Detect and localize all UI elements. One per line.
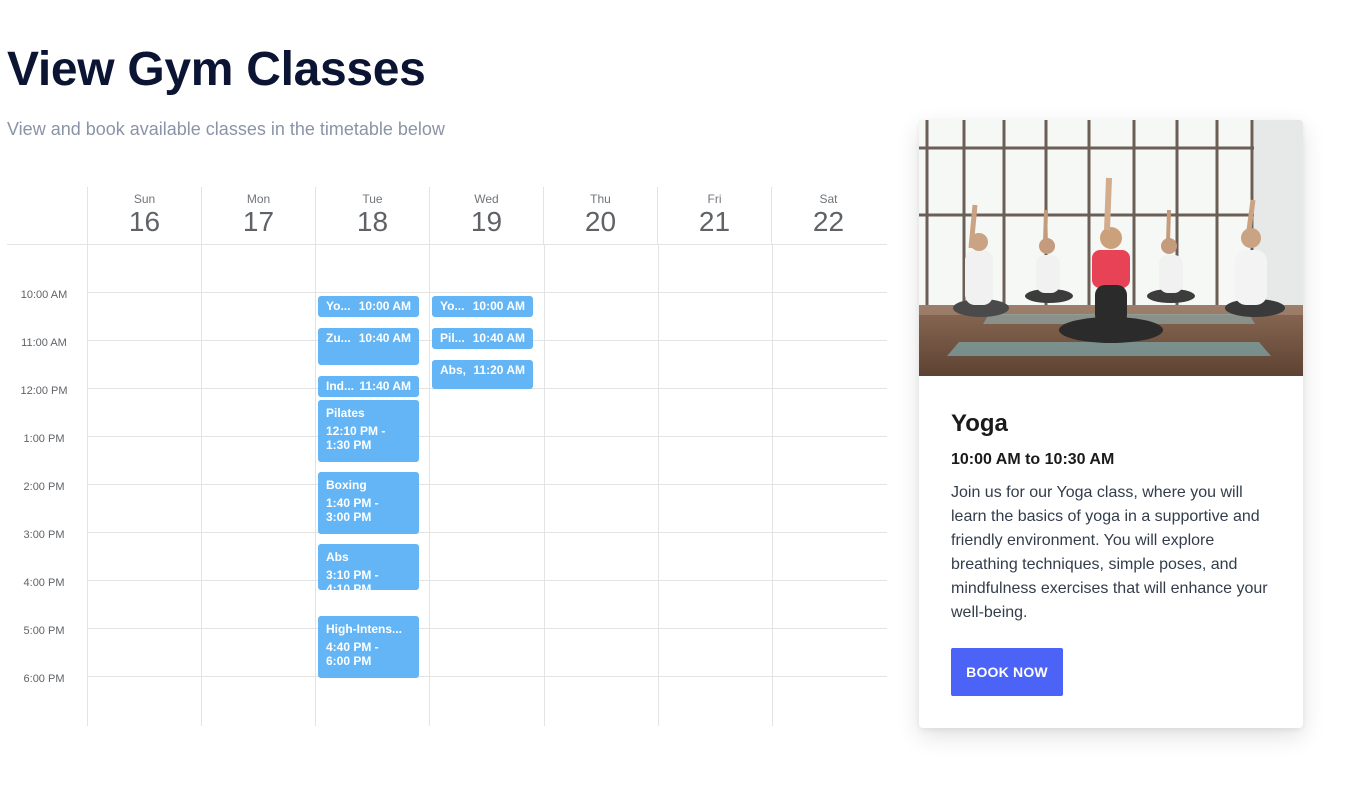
event-title: Boxing [326, 478, 367, 492]
day-number: 21 [698, 206, 731, 237]
grid-line [87, 436, 887, 437]
page-title: View Gym Classes [7, 43, 426, 96]
day-number: 18 [356, 206, 389, 237]
grid-line [87, 245, 88, 726]
event-time: 11:40 AM [359, 379, 411, 393]
time-label: 6:00 PM [23, 673, 65, 685]
event-title: Pilates [326, 406, 365, 420]
day-name: Wed [474, 192, 499, 206]
class-description: Join us for our Yoga class, where you wi… [951, 484, 1268, 621]
grid-line [315, 245, 316, 726]
day-header-sun[interactable]: Sun 16 [87, 187, 201, 245]
weekly-calendar: Sun 16 Mon 17 Tue 18 Wed 19 Thu 20 Fri 2… [7, 187, 887, 726]
class-time: 10:00 AM to 10:30 AM [951, 451, 1115, 468]
time-label: 1:00 PM [23, 433, 65, 445]
event-title: Zu... [326, 331, 351, 345]
yoga-class-photo [919, 120, 1303, 376]
event-title: High-Intens... [326, 622, 402, 636]
class-event-boxing[interactable]: Boxing 1:40 PM - 3:00 PM [318, 472, 419, 534]
day-number: 22 [812, 206, 845, 237]
day-name: Sun [133, 192, 156, 206]
event-time: 10:40 AM [472, 331, 525, 345]
class-title: Yoga [951, 410, 1008, 437]
event-time: 1:40 PM - 3:00 PM [326, 496, 379, 524]
event-time: 3:10 PM - 4:10 PM [326, 568, 379, 590]
class-event-pilates[interactable]: Pilates 12:10 PM - 1:30 PM [318, 400, 419, 462]
page-subtitle: View and book available classes in the t… [7, 119, 445, 139]
time-label: 4:00 PM [23, 577, 65, 589]
class-event-abs[interactable]: Abs 3:10 PM - 4:10 PM [318, 544, 419, 590]
day-name: Sat [819, 192, 838, 206]
time-label: 10:00 AM [20, 289, 68, 301]
event-time: 4:40 PM - 6:00 PM [326, 640, 379, 668]
event-time: 10:40 AM [358, 331, 411, 345]
class-event-yoga[interactable]: Yo... 10:00 AM [318, 296, 419, 317]
grid-line [201, 245, 202, 726]
event-title: Yo... [440, 299, 465, 313]
event-title: Abs [326, 550, 349, 564]
class-event-pilates[interactable]: Pil... 10:40 AM [432, 328, 533, 349]
grid-line [87, 676, 887, 677]
calendar-header: Sun 16 Mon 17 Tue 18 Wed 19 Thu 20 Fri 2… [7, 187, 887, 245]
event-title: Ind... [326, 379, 354, 393]
grid-line [87, 580, 887, 581]
day-header-sat[interactable]: Sat 22 [771, 187, 885, 245]
grid-line [772, 245, 773, 726]
grid-line [87, 484, 887, 485]
day-number: 16 [128, 206, 161, 237]
grid-line [429, 245, 430, 726]
event-time: 12:10 PM - 1:30 PM [326, 424, 386, 452]
day-name: Tue [362, 192, 383, 206]
class-event-hiit[interactable]: High-Intens... 4:40 PM - 6:00 PM [318, 616, 419, 678]
time-label: 2:00 PM [23, 481, 65, 493]
time-label: 12:00 PM [20, 385, 68, 397]
calendar-grid[interactable]: 10:00 AM 11:00 AM 12:00 PM 1:00 PM 2:00 … [7, 245, 887, 726]
event-time: 11:20 AM [473, 363, 525, 377]
day-number: 17 [242, 206, 275, 237]
class-event-indoor[interactable]: Ind... 11:40 AM [318, 376, 419, 397]
day-header-wed[interactable]: Wed 19 [429, 187, 543, 245]
grid-line [87, 628, 887, 629]
event-time: 10:00 AM [358, 299, 411, 313]
grid-line [87, 532, 887, 533]
day-name: Fri [707, 192, 722, 206]
class-event-yoga[interactable]: Yo... 10:00 AM [432, 296, 533, 317]
time-label: 5:00 PM [23, 625, 65, 637]
day-header-thu[interactable]: Thu 20 [543, 187, 657, 245]
event-title: Yo... [326, 299, 351, 313]
class-detail-card: Yoga 10:00 AM to 10:30 AM Join us for ou… [919, 120, 1303, 728]
day-number: 19 [470, 206, 503, 237]
day-name: Thu [590, 192, 611, 206]
class-event-abs[interactable]: Abs, 11:20 AM [432, 360, 533, 389]
class-event-zumba[interactable]: Zu... 10:40 AM [318, 328, 419, 365]
event-title: Pil... [440, 331, 465, 345]
grid-line [658, 245, 659, 726]
day-name: Mon [246, 192, 271, 206]
day-number: 20 [584, 206, 617, 237]
time-label: 11:00 AM [21, 337, 67, 349]
grid-line [544, 245, 545, 726]
book-now-button[interactable]: BOOK NOW [951, 648, 1063, 696]
event-title: Abs, [440, 363, 467, 377]
day-header-fri[interactable]: Fri 21 [657, 187, 771, 245]
day-header-mon[interactable]: Mon 17 [201, 187, 315, 245]
event-time: 10:00 AM [472, 299, 525, 313]
day-header-tue[interactable]: Tue 18 [315, 187, 429, 245]
grid-line [87, 292, 887, 293]
time-label: 3:00 PM [23, 529, 65, 541]
